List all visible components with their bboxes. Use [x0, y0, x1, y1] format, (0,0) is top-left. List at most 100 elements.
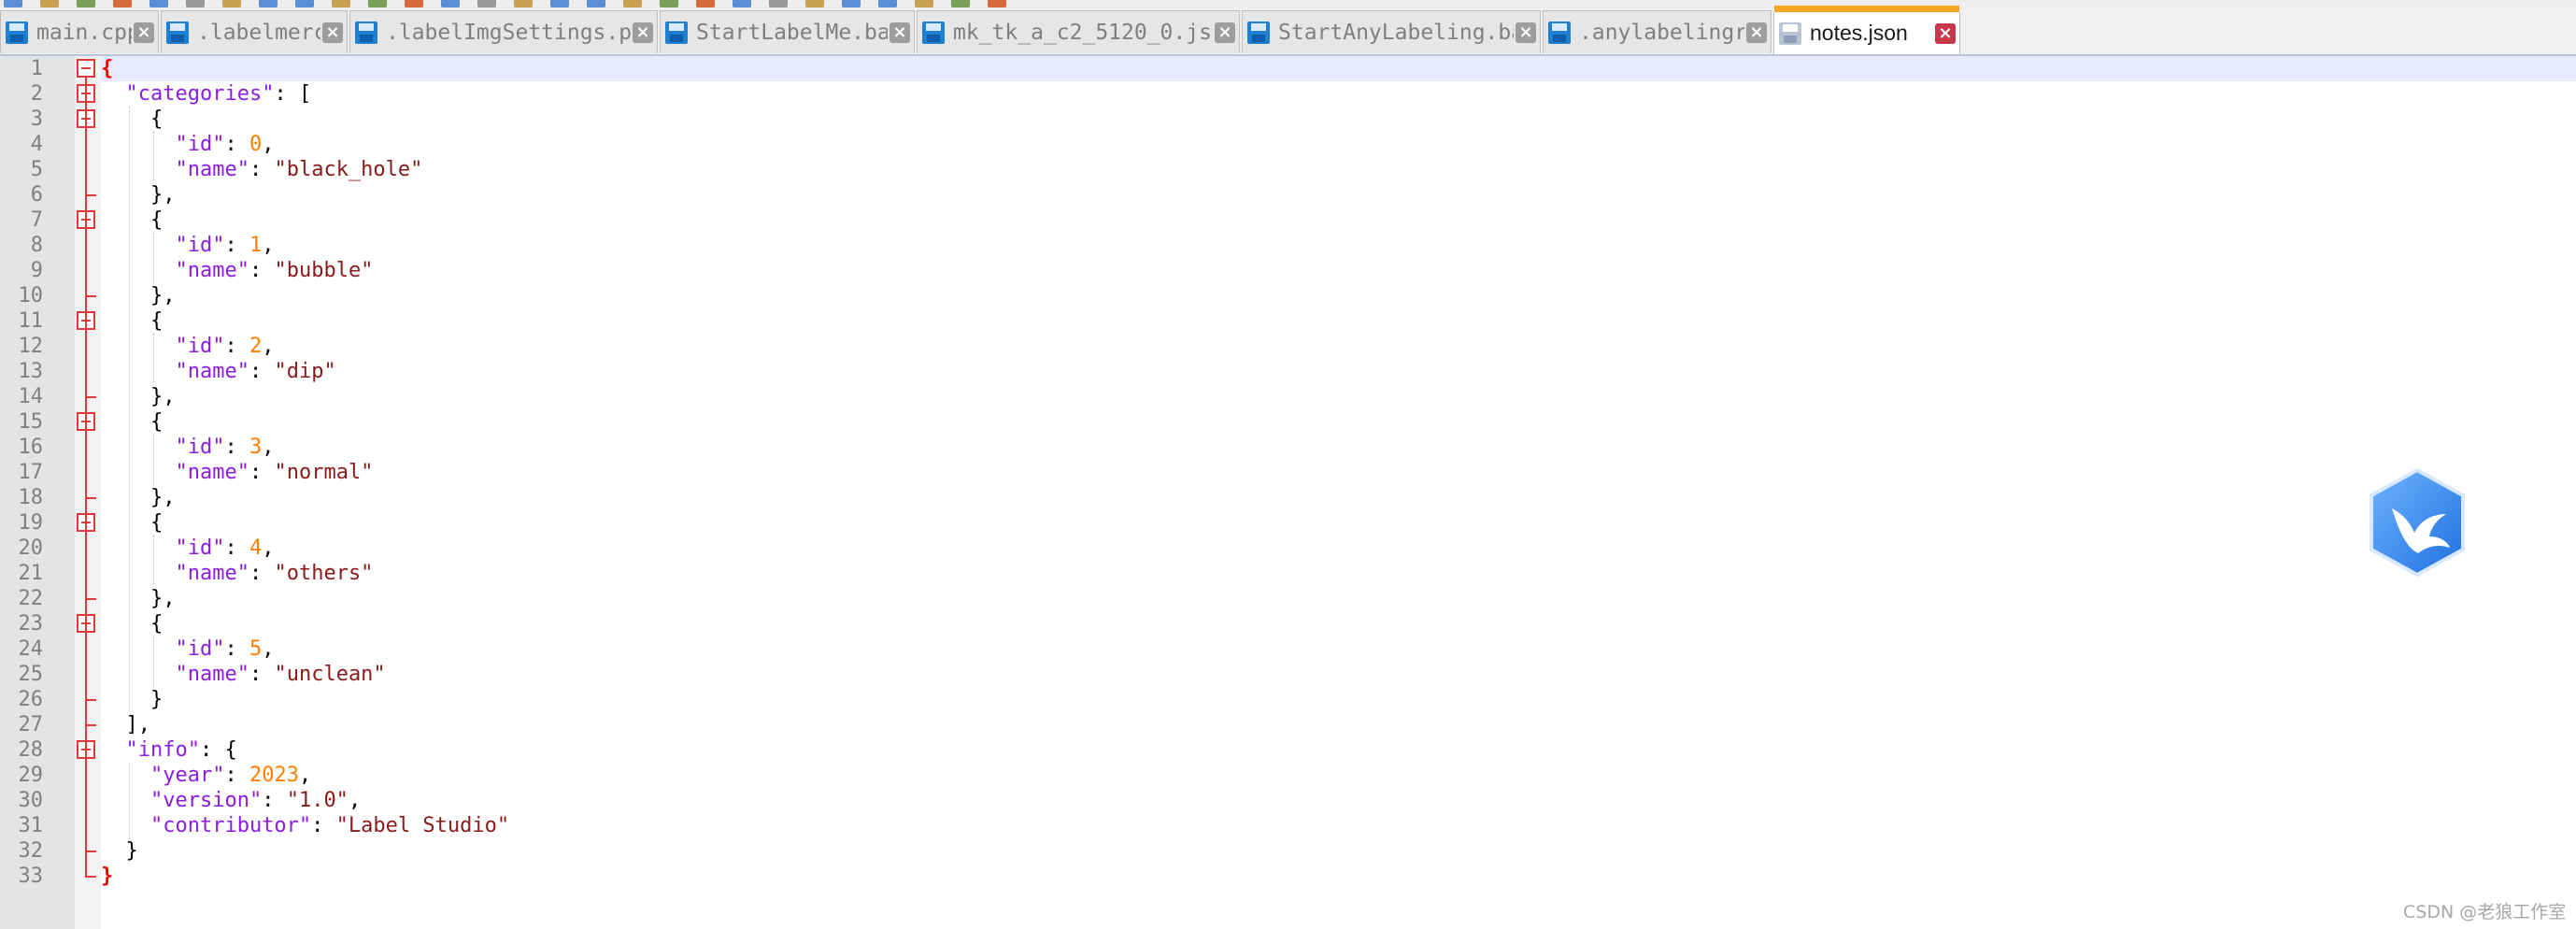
line-number: 2 [30, 82, 43, 106]
toolbar-button-icon[interactable] [550, 0, 569, 7]
current-line-highlight [101, 56, 2576, 81]
json-punctuation: { [101, 57, 114, 80]
tab-startanylabeling-bat[interactable]: StartAnyLabeling.bat × [1242, 10, 1541, 53]
json-punctuation: : [262, 789, 287, 812]
line-number: 4 [30, 133, 43, 156]
toolbar-button-icon[interactable] [295, 0, 314, 7]
json-punctuation: : [249, 562, 275, 585]
tab-labelmerc[interactable]: .labelmerc × [161, 10, 348, 53]
json-punctuation: , [348, 789, 362, 812]
line-number: 13 [18, 360, 44, 383]
json-punctuation: , [262, 234, 275, 257]
json-punctuation: { [101, 410, 164, 434]
code-line: "name": "bubble" [101, 258, 373, 283]
toolbar-button-icon[interactable] [77, 0, 95, 7]
tab-main-cpp[interactable]: main.cpp × [0, 10, 159, 53]
toolbar-button-icon[interactable] [40, 0, 59, 7]
json-number: 2 [249, 335, 263, 358]
json-punctuation: ], [101, 713, 150, 736]
toolbar-button-icon[interactable] [477, 0, 496, 7]
close-icon[interactable]: × [890, 21, 910, 43]
line-number: 11 [18, 309, 44, 333]
line-number: 6 [30, 183, 43, 207]
json-punctuation [101, 335, 175, 358]
indent-guide [153, 636, 154, 687]
close-icon[interactable]: × [1935, 22, 1956, 44]
toolbar-button-icon[interactable] [988, 0, 1006, 7]
toolbar-button-icon[interactable] [259, 0, 278, 7]
toolbar-button-icon[interactable] [4, 0, 22, 7]
toolbar-button-icon[interactable] [842, 0, 861, 7]
tab-anylabelingrc[interactable]: .anylabelingrc × [1543, 10, 1772, 53]
json-punctuation [101, 436, 175, 459]
close-icon[interactable]: × [1746, 21, 1767, 43]
toolbar-button-icon[interactable] [113, 0, 132, 7]
json-punctuation: : [224, 764, 249, 787]
json-string: "bubble" [274, 259, 374, 282]
toolbar-button-icon[interactable] [587, 0, 605, 7]
json-punctuation [101, 360, 175, 383]
json-punctuation: } [101, 688, 164, 711]
line-number: 23 [18, 612, 44, 636]
close-icon[interactable]: × [1215, 21, 1235, 43]
json-key: "id" [175, 234, 225, 257]
code-line: "version": "1.0", [101, 788, 361, 813]
indent-guide [153, 435, 154, 485]
json-punctuation: : [224, 234, 249, 257]
toolbar-button-icon[interactable] [660, 0, 678, 7]
tab-startlabelme-bat[interactable]: StartLabelMe.bat × [660, 10, 915, 53]
json-key: "name" [175, 158, 249, 181]
indent-guide [128, 107, 130, 712]
tab-labelimgsettings-pkl[interactable]: .labelImgSettings.pkl × [349, 10, 658, 53]
floppy-disk-icon [1547, 21, 1572, 45]
code-line: }, [101, 283, 176, 308]
code-line: { [101, 56, 113, 81]
close-icon[interactable]: × [633, 21, 653, 43]
line-number: 28 [18, 738, 44, 762]
toolbar-button-icon[interactable] [222, 0, 241, 7]
json-key: "name" [175, 461, 249, 484]
json-key: "name" [175, 259, 249, 282]
toolbar-button-icon[interactable] [915, 0, 933, 7]
toolbar-button-icon[interactable] [149, 0, 168, 7]
line-number: 9 [30, 259, 43, 282]
toolbar-button-icon[interactable] [441, 0, 460, 7]
tab-label: StartLabelMe.bat [696, 20, 888, 45]
toolbar-button-icon[interactable] [368, 0, 387, 7]
json-number: 3 [249, 436, 263, 459]
line-number: 21 [18, 562, 44, 585]
toolbar-button-icon[interactable] [332, 0, 350, 7]
json-number: 0 [249, 133, 263, 156]
json-punctuation: } [101, 839, 138, 863]
json-punctuation [101, 764, 150, 787]
json-string: "normal" [274, 461, 374, 484]
close-icon[interactable]: × [322, 21, 343, 43]
fold-end-marker [85, 396, 96, 398]
line-number: 29 [18, 764, 44, 787]
line-number: 26 [18, 688, 44, 711]
toolbar-button-icon[interactable] [951, 0, 970, 7]
json-punctuation: : [ [274, 82, 312, 106]
json-punctuation [101, 82, 126, 106]
toolbar-button-icon[interactable] [878, 0, 897, 7]
tab-notes-json[interactable]: notes.json × [1773, 6, 1960, 54]
code-line: { [101, 611, 163, 636]
toolbar-button-icon[interactable] [623, 0, 642, 7]
close-icon[interactable]: × [134, 21, 154, 43]
json-punctuation: }, [101, 183, 176, 207]
toolbar-button-icon[interactable] [733, 0, 751, 7]
toolbar-button-icon[interactable] [514, 0, 533, 7]
toolbar-button-icon[interactable] [186, 0, 205, 7]
toolbar-button-icon[interactable] [805, 0, 824, 7]
floppy-disk-icon [1246, 21, 1271, 45]
toolbar-button-icon[interactable] [769, 0, 788, 7]
close-icon[interactable]: × [1516, 21, 1536, 43]
json-key: "id" [175, 536, 225, 560]
json-number: 2023 [249, 764, 299, 787]
json-number: 5 [249, 637, 263, 661]
toolbar-button-icon[interactable] [696, 0, 715, 7]
fold-toggle-icon[interactable] [77, 59, 95, 78]
line-number: 12 [18, 335, 44, 358]
tab-mk-tk-a-c2-5120-0-json[interactable]: mk_tk_a_c2_5120_0.json × [917, 10, 1240, 53]
toolbar-button-icon[interactable] [405, 0, 423, 7]
